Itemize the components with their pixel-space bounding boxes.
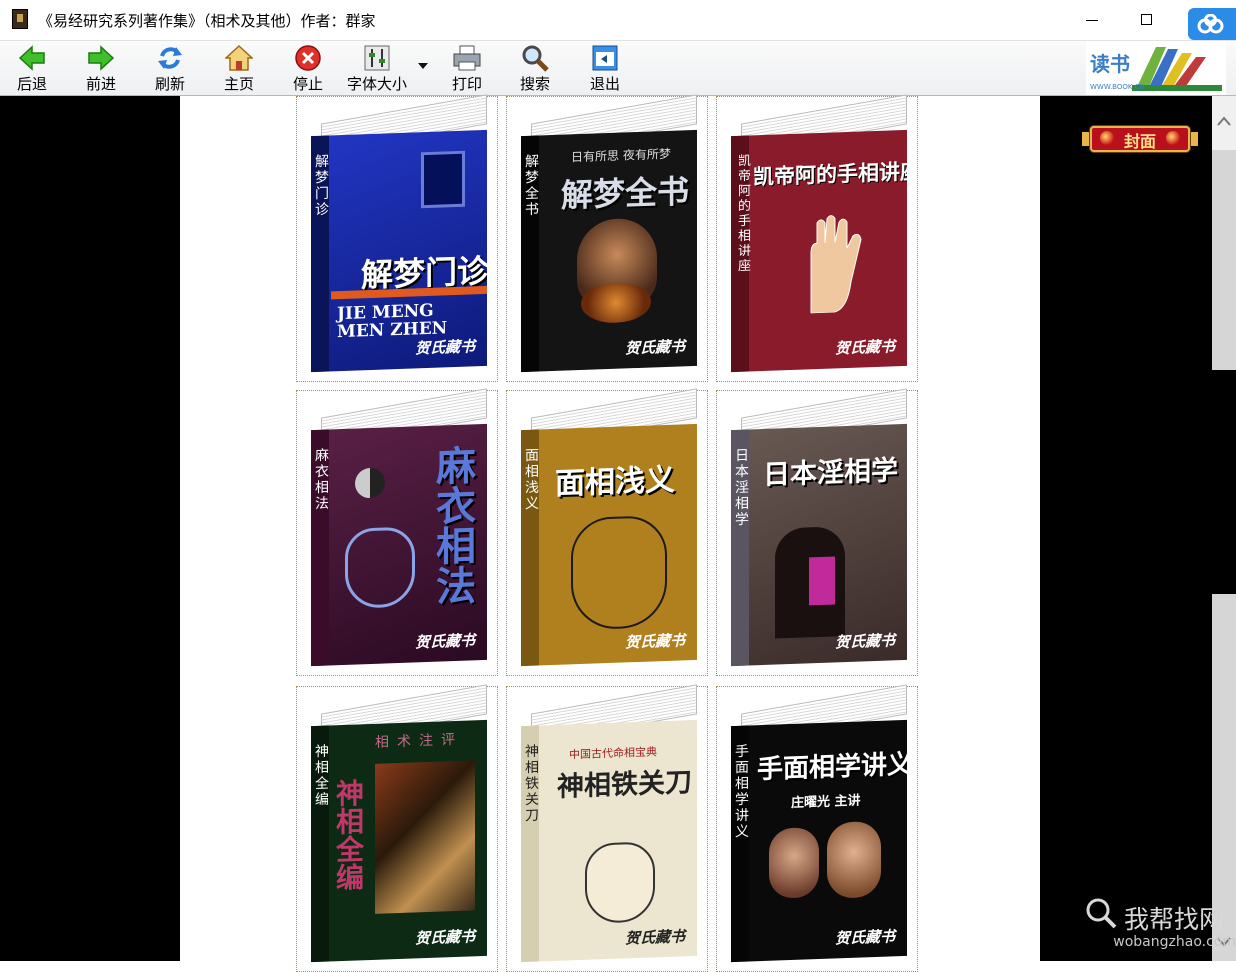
maximize-button[interactable] (1131, 5, 1161, 33)
book-card-palmistry-lectures[interactable]: 凯帝阿的手相讲座 凯帝阿的手相讲座 贺氏藏书 (716, 94, 918, 382)
books-logo: 读书 WWW.BOOK.CN (1086, 41, 1226, 95)
refresh-button[interactable]: 刷新 (155, 43, 185, 95)
font-size-dropdown-icon[interactable] (418, 63, 428, 69)
scroll-thumb[interactable] (1212, 370, 1236, 594)
book-cover: 日本淫相学 日本淫相学 贺氏藏书 (731, 388, 907, 669)
book-card-shenxiang-quanbian[interactable]: 神相全编 相术注评 神相全编 贺氏藏书 (296, 684, 498, 972)
book-grid: 解梦门诊 解梦门诊 JIE MENG MEN ZHEN 贺氏藏书 解梦全书 日有… (296, 94, 920, 972)
print-button[interactable]: 打印 (452, 43, 482, 95)
book-card-japanese-physiognomy[interactable]: 日本淫相学 日本淫相学 贺氏藏书 (716, 388, 918, 676)
font-size-button[interactable]: 字体大小 (347, 43, 407, 95)
forward-arrow-icon (86, 43, 116, 73)
book-card-shoumian-xiangxue[interactable]: 手面相学讲义 手面相学讲义 庄曜光 主讲 贺氏藏书 (716, 684, 918, 972)
book-card-mayi-xiangfa[interactable]: 麻衣相法 麻衣相法 贺氏藏书 (296, 388, 498, 676)
minimize-button[interactable] (1077, 5, 1107, 33)
refresh-icon (155, 43, 185, 73)
app-icon (12, 9, 28, 29)
book-cover: 解梦门诊 解梦门诊 JIE MENG MEN ZHEN 贺氏藏书 (311, 94, 487, 375)
back-arrow-icon (17, 43, 47, 73)
book-cover: 神相铁关刀 中国古代命相宝典 神相铁关刀 贺氏藏书 (521, 684, 697, 965)
stop-icon (293, 43, 323, 73)
forward-button[interactable]: 前进 (86, 43, 116, 95)
book-cover: 面相浅义 面相浅义 贺氏藏书 (521, 388, 697, 669)
scroll-down-icon[interactable] (1212, 927, 1236, 957)
left-margin (2, 96, 177, 961)
content-area: 解梦门诊 解梦门诊 JIE MENG MEN ZHEN 贺氏藏书 解梦全书 日有… (0, 94, 1236, 972)
maximize-icon (1140, 13, 1152, 25)
book-card-mianxiang-qianyi[interactable]: 面相浅义 面相浅义 贺氏藏书 (506, 388, 708, 676)
book-card-jiemeng-menzhen[interactable]: 解梦门诊 解梦门诊 JIE MENG MEN ZHEN 贺氏藏书 (296, 94, 498, 382)
cover-button[interactable]: 封面 (1082, 122, 1198, 156)
scroll-up-icon[interactable] (1212, 100, 1236, 150)
book-cover: 手面相学讲义 手面相学讲义 庄曜光 主讲 贺氏藏书 (731, 684, 907, 965)
back-button[interactable]: 后退 (17, 43, 47, 95)
book-cover: 凯帝阿的手相讲座 凯帝阿的手相讲座 贺氏藏书 (731, 94, 907, 375)
toolbar: 后退 前进 刷新 主页 停止 字体大小 打印 搜索 退出 读书 WWW.BOOK… (0, 40, 1236, 96)
home-icon (224, 43, 254, 73)
cloud-button[interactable] (1188, 8, 1236, 40)
right-panel (1040, 96, 1212, 961)
home-button[interactable]: 主页 (224, 43, 254, 95)
exit-icon (590, 43, 620, 73)
window-title: 《易经研究系列著作集》（相术及其他）作者：群家 (38, 12, 376, 30)
search-icon (520, 43, 550, 73)
book-cover: 麻衣相法 麻衣相法 贺氏藏书 (311, 388, 487, 669)
stop-button[interactable]: 停止 (293, 43, 323, 95)
book-page: 解梦门诊 解梦门诊 JIE MENG MEN ZHEN 贺氏藏书 解梦全书 日有… (180, 94, 1040, 972)
title-bar: 《易经研究系列著作集》（相术及其他）作者：群家 (0, 0, 1236, 40)
minimize-icon (1086, 19, 1098, 21)
search-button[interactable]: 搜索 (520, 43, 550, 95)
book-cover: 神相全编 相术注评 神相全编 贺氏藏书 (311, 684, 487, 965)
book-card-jiemeng-quanshu[interactable]: 解梦全书 日有所思 夜有所梦 解梦全书 贺氏藏书 (506, 94, 708, 382)
font-size-icon (362, 43, 392, 73)
book-cover: 解梦全书 日有所思 夜有所梦 解梦全书 贺氏藏书 (521, 94, 697, 375)
svg-text:WWW.BOOK.CN: WWW.BOOK.CN (1090, 83, 1145, 91)
book-card-shenxiang-tieguandao[interactable]: 神相铁关刀 中国古代命相宝典 神相铁关刀 贺氏藏书 (506, 684, 708, 972)
printer-icon (452, 43, 482, 73)
exit-button[interactable]: 退出 (590, 43, 620, 95)
cloud-icon (1197, 14, 1224, 34)
vertical-scrollbar[interactable] (1212, 96, 1236, 961)
svg-text:读书: 读书 (1090, 52, 1130, 76)
